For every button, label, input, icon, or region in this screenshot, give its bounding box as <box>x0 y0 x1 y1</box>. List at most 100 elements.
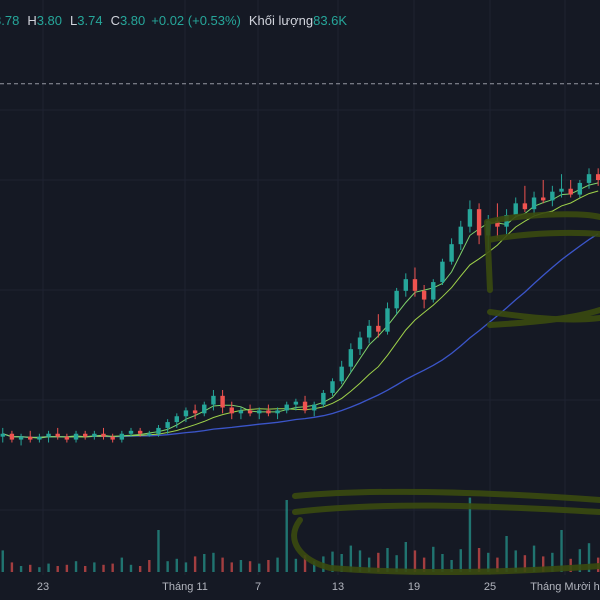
volume-bar <box>93 562 96 572</box>
volume-bar <box>294 558 298 572</box>
x-tick-label: 23 <box>37 581 49 593</box>
candle-body <box>403 279 409 291</box>
candle-body <box>82 433 88 437</box>
volume-bar <box>432 546 435 572</box>
volume-bar <box>239 560 243 572</box>
candle-body <box>64 436 70 440</box>
volume-bar <box>285 500 288 572</box>
volume-bar <box>221 557 224 572</box>
candle-body <box>412 279 418 291</box>
candle-body <box>192 410 198 414</box>
close-value: 3.80 <box>119 12 146 28</box>
annotation-box-bottom <box>291 488 600 576</box>
candle-body <box>266 410 271 414</box>
candle-body <box>18 436 24 440</box>
chart-root[interactable]: 23 Tháng 11 7 13 19 25 Tháng Mười h 3.78 H 3.8… <box>0 0 600 600</box>
x-tick-label: Tháng Mười h <box>530 581 600 593</box>
candle-body <box>366 325 372 338</box>
volume-bar <box>29 564 32 572</box>
volume-bar <box>148 560 151 572</box>
candle-body <box>73 433 79 440</box>
volume-bar <box>505 536 508 572</box>
volume-bar <box>74 561 78 572</box>
candle-body <box>220 395 225 408</box>
volume-bar <box>230 562 233 572</box>
volume-bar <box>111 563 114 572</box>
volume-bar <box>19 566 23 572</box>
candle-body <box>522 203 528 210</box>
candle-body <box>348 349 354 367</box>
candle-body <box>174 416 179 423</box>
candle-body <box>183 410 189 417</box>
candle-body <box>46 433 51 437</box>
candle-body <box>128 430 134 434</box>
candle-body <box>550 191 555 201</box>
volume-bar <box>404 542 408 572</box>
candle-body <box>156 427 161 434</box>
candle-body <box>577 182 583 195</box>
candle-body <box>147 433 152 436</box>
volume-bar <box>65 564 69 572</box>
volume-bar <box>276 557 279 572</box>
candle-body <box>513 203 518 215</box>
candle-body <box>293 401 299 405</box>
high-label: H <box>27 12 37 28</box>
candle-body <box>421 290 427 300</box>
candle-body <box>92 433 97 437</box>
candle-body <box>357 337 363 350</box>
candle-body <box>0 433 5 437</box>
candle-body <box>137 430 143 434</box>
volume-bar <box>10 562 14 572</box>
candle-body <box>431 282 436 300</box>
ohlc-legend: 3.78 H 3.80 L 3.74 C 3.80 +0.02 (+0.53%)… <box>0 10 347 30</box>
candle-body <box>311 404 317 411</box>
candle-body <box>284 404 289 411</box>
volume-value: 83.6K <box>313 12 348 28</box>
candle-body <box>476 209 482 236</box>
x-tick-label: 7 <box>255 581 261 593</box>
candle-body <box>568 188 573 195</box>
candle-body <box>247 410 253 414</box>
volume-bar <box>258 563 261 572</box>
volume-bar <box>83 566 87 572</box>
volume-bar <box>248 561 252 572</box>
volume-bar <box>203 554 206 572</box>
candle-body <box>202 404 207 414</box>
volume-bar <box>129 564 133 572</box>
volume-bar <box>157 530 160 572</box>
x-tick-label: 19 <box>408 581 420 593</box>
candle-body <box>559 188 564 192</box>
volume-bar <box>47 563 50 572</box>
volume-bar <box>413 550 417 572</box>
candle-body <box>28 436 33 440</box>
candle-body <box>541 197 546 201</box>
candle-body <box>449 244 454 262</box>
candle-body <box>302 401 308 411</box>
change-value: +0.02 (+0.53%) <box>151 12 241 28</box>
candle-body <box>275 410 280 414</box>
open-value: 3.78 <box>0 12 20 28</box>
candle-body <box>165 422 170 428</box>
volume-bar <box>120 557 124 572</box>
volume-bar <box>102 564 105 572</box>
x-tick-label: Tháng 11 <box>162 581 208 593</box>
candle-body <box>101 433 106 437</box>
volume-bar <box>477 548 481 572</box>
candle-body <box>238 410 244 414</box>
volume-bar <box>212 552 215 572</box>
volume-bar <box>38 567 41 572</box>
candle-body <box>9 433 15 440</box>
low-label: L <box>70 12 78 28</box>
volume-bar <box>175 558 178 572</box>
volume-bar <box>459 549 462 572</box>
low-value: 3.74 <box>77 12 103 28</box>
candle-body <box>119 433 125 440</box>
candle-body <box>110 436 115 440</box>
price-chart[interactable]: 23 Tháng 11 7 13 19 25 Tháng Mười h <box>0 0 600 600</box>
volume-bar <box>56 566 59 572</box>
candle-body <box>440 261 445 283</box>
candle-body <box>394 290 399 309</box>
candle-body <box>531 197 537 210</box>
candle-body <box>330 381 335 393</box>
candle-body <box>37 436 42 440</box>
